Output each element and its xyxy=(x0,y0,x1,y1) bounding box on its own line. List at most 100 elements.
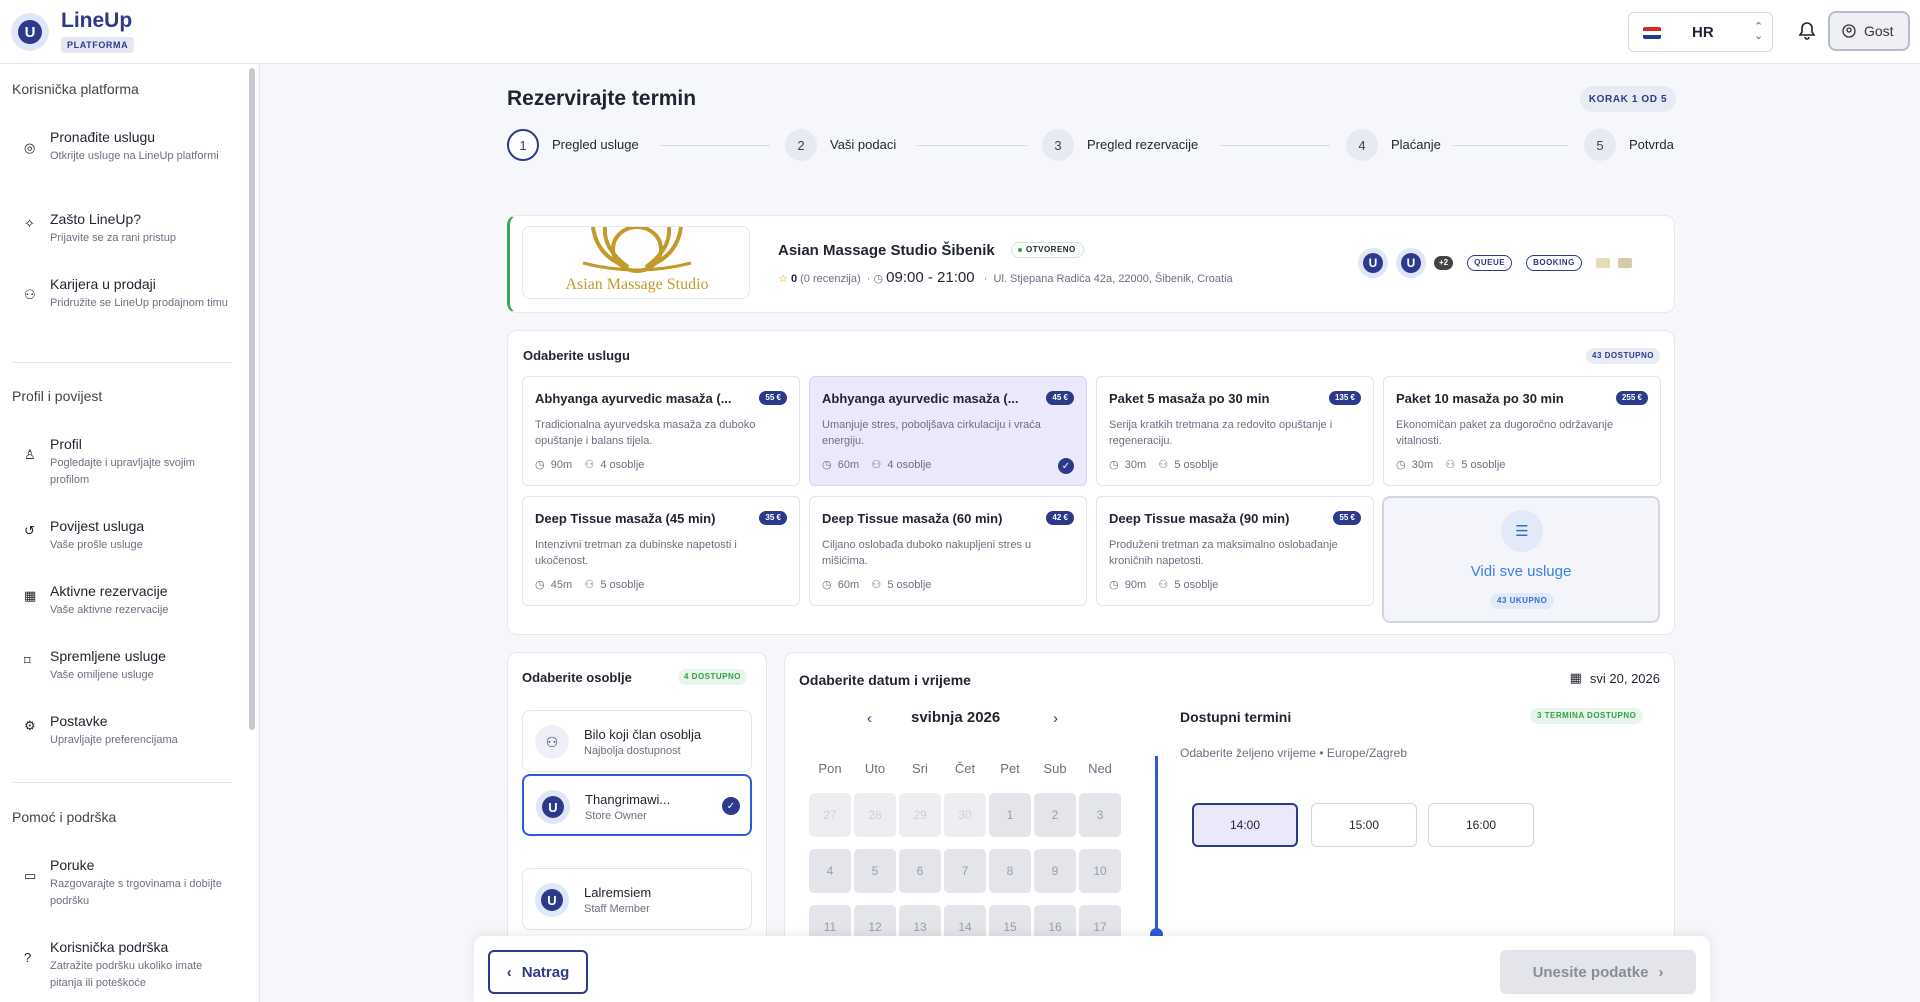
calendar-day: 5 xyxy=(854,849,896,893)
staff-option[interactable]: U Lalremsiem Staff Member xyxy=(522,868,752,930)
service-card[interactable]: Deep Tissue masaža (60 min) 42 € Ciljano… xyxy=(809,496,1087,606)
review-count[interactable]: (0 recenzija) xyxy=(800,273,861,285)
price-badge: 135 € xyxy=(1328,391,1361,405)
sidebar-item-label: Spremljene usluge xyxy=(50,648,166,664)
user-circle-icon xyxy=(1842,24,1856,38)
sparkle-icon: ✧ xyxy=(24,216,35,231)
chevron-left-icon: ‹ xyxy=(506,963,512,981)
clock-icon: ◷ xyxy=(822,579,832,591)
sidebar-item-why-lineup[interactable]: ✧ Zašto LineUp? Prijavite se za rani pri… xyxy=(24,211,234,251)
timeline-bar xyxy=(1155,756,1158,951)
service-card[interactable]: Paket 5 masaža po 30 min 135 € Serija kr… xyxy=(1096,376,1374,486)
bell-icon[interactable] xyxy=(1797,20,1817,42)
user-icon: ♙ xyxy=(24,447,36,462)
service-card[interactable]: Paket 10 masaža po 30 min 255 € Ekonomič… xyxy=(1383,376,1661,486)
staff-option-any[interactable]: ⚇ Bilo koji član osoblja Najbolja dostup… xyxy=(522,710,752,772)
sidebar-item-customer-support[interactable]: ? Korisnička podrška Zatražite podršku u… xyxy=(24,939,234,989)
help-icon: ? xyxy=(24,950,32,965)
card-icon xyxy=(1617,258,1632,268)
check-icon: ✓ xyxy=(722,797,740,815)
sidebar-item-desc: Otkrijte usluge na LineUp platformi xyxy=(50,150,219,162)
language-select[interactable]: HR ⌃ ⌄ xyxy=(1628,12,1773,52)
sidebar-item-profile[interactable]: ♙ Profil Pogledajte i upravljajte svojim… xyxy=(24,436,234,486)
service-description: Serija kratkih tretmana za redovito opuš… xyxy=(1109,419,1333,447)
sidebar-item-active-reservations[interactable]: ▦ Aktivne rezervacije Vaše aktivne rezer… xyxy=(24,583,234,623)
next-month-button[interactable]: › xyxy=(1053,710,1058,727)
sidebar-item-settings[interactable]: ⚙ Postavke Upravljajte preferencijama xyxy=(24,713,234,753)
sidebar-item-label: Povijest usluga xyxy=(50,518,145,534)
staff-icon: ⚇ xyxy=(584,459,595,471)
queue-badge: QUEUE xyxy=(1467,255,1513,271)
service-duration: 90m xyxy=(550,459,573,471)
users-icon: ⚇ xyxy=(24,287,36,302)
service-card[interactable]: Deep Tissue masaža (90 min) 55 € Produže… xyxy=(1096,496,1374,606)
sidebar-section-title: Korisnička platforma xyxy=(12,81,139,97)
next-label: Unesite podatke xyxy=(1532,963,1649,981)
service-name: Deep Tissue masaža (60 min) xyxy=(822,511,1003,526)
sidebar-item-label: Postavke xyxy=(50,713,108,729)
store-meta: ☆ 0 (0 recenzija) · ◷ 09:00 - 21:00 · Ul… xyxy=(778,269,1233,286)
avatar: U xyxy=(536,790,570,824)
store-logo-image: Asian Massage Studio xyxy=(522,226,750,299)
selected-date-text: svi 20, 2026 xyxy=(1589,670,1660,686)
sidebar-item-label: Aktivne rezervacije xyxy=(50,583,168,599)
time-slot-selected[interactable]: 14:00 xyxy=(1192,803,1298,847)
croatia-flag-icon xyxy=(1643,27,1661,39)
price-badge: 55 € xyxy=(1333,511,1361,525)
sidebar-item-messages[interactable]: ▭ Poruke Razgovarajte s trgovinama i dob… xyxy=(24,857,234,907)
prev-month-button[interactable]: ‹ xyxy=(867,710,872,727)
next-button[interactable]: Unesite podatke › xyxy=(1500,950,1696,994)
services-title: Odaberite uslugu xyxy=(523,348,630,363)
service-duration: 60m xyxy=(837,579,860,591)
staff-icon: ⚇ xyxy=(1158,579,1169,591)
service-card[interactable]: Deep Tissue masaža (45 min) 35 € Intenzi… xyxy=(522,496,800,606)
sidebar-item-saved-services[interactable]: ⌑ Spremljene usluge Vaše omiljene usluge xyxy=(24,648,234,688)
service-card-selected[interactable]: Abhyanga ayurvedic masaža (... 45 € Uman… xyxy=(809,376,1087,486)
clock-icon: ◷ xyxy=(1396,459,1406,471)
calendar-day: 27 xyxy=(809,793,851,837)
sidebar-item-service-history[interactable]: ↺ Povijest usluga Vaše prošle usluge xyxy=(24,518,234,558)
see-all-services-button[interactable]: ☰ Vidi sve usluge 43 UKUPNO xyxy=(1382,496,1660,623)
clock-icon: ◷ xyxy=(535,459,545,471)
weekday-label: Čet xyxy=(954,761,976,776)
page-title: Rezervirajte termin xyxy=(507,87,697,110)
service-staff-count: 5 osoblje xyxy=(1174,459,1219,471)
service-meta: ◷ 60m ⚇ 4 osoblje xyxy=(822,458,931,471)
calendar-day: 29 xyxy=(899,793,941,837)
sidebar-item-label: Korisnička podrška xyxy=(50,939,169,955)
back-button[interactable]: ‹ Natrag xyxy=(488,950,588,994)
brand-name[interactable]: LineUp xyxy=(61,9,132,33)
staff-name: Thangrimawi... xyxy=(585,792,671,807)
sidebar-item-label: Karijera u prodaji xyxy=(50,276,156,292)
sidebar-scrollbar[interactable] xyxy=(249,68,255,730)
calendar-icon: ▦ xyxy=(24,588,37,603)
price-badge: 55 € xyxy=(759,391,787,405)
staff-option-selected[interactable]: U Thangrimawi... Store Owner ✓ xyxy=(522,774,752,836)
time-slot[interactable]: 15:00 xyxy=(1311,803,1417,847)
sidebar-item-find-service[interactable]: ◎ Pronađite uslugu Otkrijte usluge na Li… xyxy=(24,129,234,179)
service-name: Deep Tissue masaža (90 min) xyxy=(1109,511,1290,526)
service-card[interactable]: Abhyanga ayurvedic masaža (... 55 € Trad… xyxy=(522,376,800,486)
service-meta: ◷ 90m ⚇ 4 osoblje xyxy=(535,458,644,471)
star-icon: ☆ xyxy=(778,273,788,285)
slots-title: Dostupni termini xyxy=(1180,709,1292,725)
service-description: Intenzivni tretman za dubinske napetosti… xyxy=(535,539,737,567)
calendar-day: 2 xyxy=(1034,793,1076,837)
service-description: Tradicionalna ayurvedska masaža za dubok… xyxy=(535,419,756,447)
service-staff-count: 4 osoblje xyxy=(600,459,645,471)
clock-icon: ◷ xyxy=(535,579,545,591)
service-staff-count: 4 osoblje xyxy=(887,459,932,471)
calendar-day: 9 xyxy=(1034,849,1076,893)
calendar-day: 6 xyxy=(899,849,941,893)
guest-button[interactable]: Gost xyxy=(1828,11,1910,51)
store-name[interactable]: Asian Massage Studio Šibenik xyxy=(778,242,995,259)
time-slot[interactable]: 16:00 xyxy=(1428,803,1534,847)
lineup-logo-icon: U xyxy=(18,20,42,44)
weekday-label: Ned xyxy=(1088,761,1112,776)
service-duration: 30m xyxy=(1124,459,1147,471)
slots-count-badge: 3 TERMINA DOSTUPNO xyxy=(1530,708,1644,724)
price-badge: 45 € xyxy=(1046,391,1074,405)
sidebar-item-desc: Pridružite se LineUp prodajnom timu xyxy=(50,297,228,309)
lineup-logo[interactable]: U xyxy=(11,13,49,51)
sidebar-item-sales-career[interactable]: ⚇ Karijera u prodaji Pridružite se LineU… xyxy=(24,276,234,326)
